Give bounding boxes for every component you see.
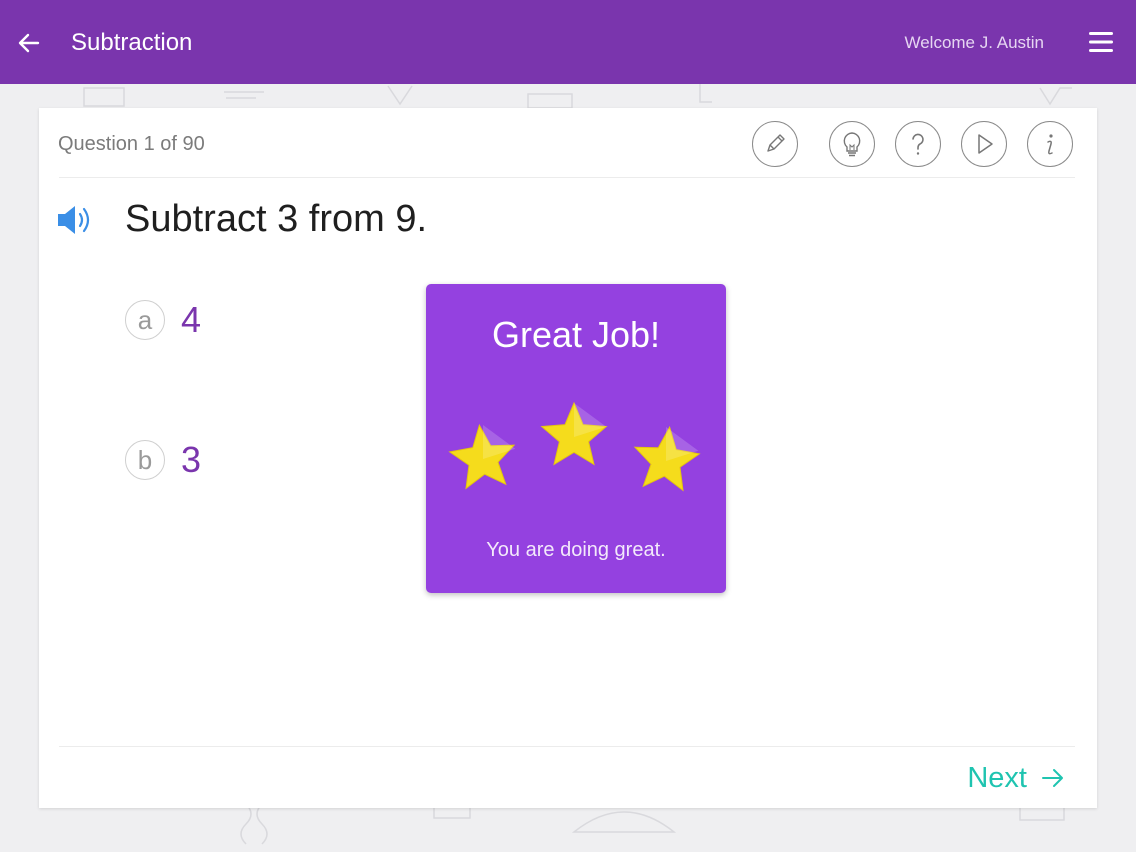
read-aloud-button[interactable] [56,202,94,238]
next-label: Next [967,761,1027,794]
help-button[interactable] [895,121,941,167]
star-icon [448,423,516,490]
info-icon [1047,134,1053,155]
page-title: Subtraction [71,29,193,56]
footer-divider [59,746,1075,747]
star-highlight [483,425,516,459]
question-counter: Question 1 of 90 [58,133,205,155]
feedback-message: You are doing great. [486,539,666,561]
option-letter: b [125,440,165,480]
top-app-bar: Subtraction Welcome J. Austin [0,0,1136,84]
hint-button[interactable] [829,121,875,167]
play-button[interactable] [961,121,1007,167]
play-icon [978,134,993,154]
feedback-popup: Great Job! You are doing great. [426,284,726,593]
question-text: Subtract 3 from 9. [125,198,428,240]
back-button[interactable] [14,28,44,58]
question-mark-icon [912,133,924,155]
info-button[interactable] [1027,121,1073,167]
lightbulb-icon [843,132,861,157]
menu-button[interactable] [1087,29,1115,55]
answer-option-a[interactable]: a 4 [125,298,201,342]
speaker-icon [58,206,90,234]
answer-option-b[interactable]: b 3 [125,438,201,482]
header-divider [59,177,1075,178]
option-value: 4 [181,299,202,340]
option-value: 3 [181,439,202,480]
next-button[interactable]: Next [967,758,1065,798]
hamburger-menu-icon [1089,32,1113,52]
pencil-icon [767,134,785,152]
option-letter: a [125,300,165,340]
arrow-left-icon [18,33,40,53]
star-highlight [574,403,607,437]
arrow-right-icon [1042,769,1063,787]
pencil-button[interactable] [752,121,798,167]
welcome-text: Welcome J. Austin [904,33,1044,52]
